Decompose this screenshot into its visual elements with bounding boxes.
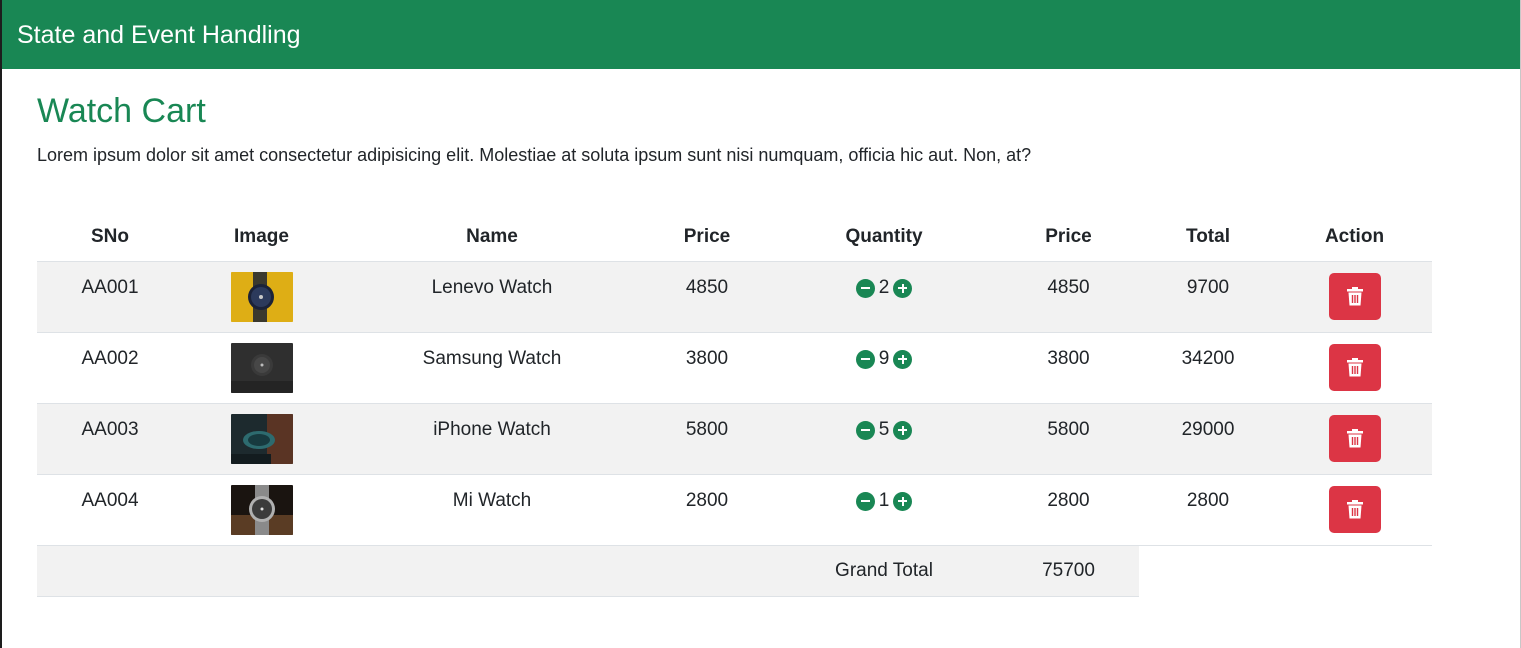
grand-total-row: Grand Total 75700 [37, 545, 1432, 597]
cell-unit-price: 2800 [998, 474, 1139, 546]
page-description: Lorem ipsum dolor sit amet consectetur a… [37, 145, 1032, 165]
main-content: Watch Cart Lorem ipsum dolor sit amet co… [37, 90, 1457, 166]
header-sno: SNo [37, 213, 183, 262]
increase-quantity-icon[interactable] [893, 278, 913, 298]
table-header-row: SNo Image Name Price Quantity Price Tota… [37, 213, 1432, 262]
cell-image [183, 332, 340, 404]
cell-price: 3800 [644, 332, 770, 404]
grand-total-spacer [37, 545, 770, 597]
cell-image [183, 474, 340, 546]
trash-icon [1346, 358, 1363, 377]
cell-total: 2800 [1139, 474, 1277, 546]
cell-quantity: 5 [770, 403, 998, 475]
navbar: State and Event Handling [2, 0, 1520, 69]
cell-action [1277, 403, 1432, 475]
header-action: Action [1277, 213, 1432, 262]
product-image [230, 272, 293, 322]
quantity-value: 9 [878, 348, 890, 369]
table-row: AA003 iPhone Watch 5800 5 5800 29000 [37, 403, 1432, 475]
grand-total-empty [1139, 546, 1432, 597]
cell-total: 29000 [1139, 403, 1277, 475]
cell-sno: AA001 [37, 261, 183, 333]
cell-total: 34200 [1139, 332, 1277, 404]
cell-image [183, 261, 340, 333]
cell-sno: AA003 [37, 403, 183, 475]
delete-button[interactable] [1328, 344, 1381, 391]
trash-icon [1346, 429, 1363, 448]
header-quantity: Quantity [770, 213, 998, 262]
navbar-brand[interactable]: State and Event Handling [17, 20, 301, 50]
quantity-value: 2 [878, 277, 890, 298]
cell-price: 2800 [644, 474, 770, 546]
delete-button[interactable] [1328, 415, 1381, 462]
cell-action [1277, 474, 1432, 546]
grand-total-value: 75700 [998, 545, 1139, 597]
cell-name: iPhone Watch [340, 403, 644, 475]
page-title: Watch Cart [37, 92, 206, 130]
cell-sno: AA002 [37, 332, 183, 404]
cell-quantity: 2 [770, 261, 998, 333]
cell-unit-price: 5800 [998, 403, 1139, 475]
header-name: Name [340, 213, 644, 262]
cell-unit-price: 4850 [998, 261, 1139, 333]
trash-icon [1346, 500, 1363, 519]
decrease-quantity-icon[interactable] [855, 420, 875, 440]
increase-quantity-icon[interactable] [893, 491, 913, 511]
increase-quantity-icon[interactable] [893, 349, 913, 369]
decrease-quantity-icon[interactable] [855, 491, 875, 511]
product-image [230, 414, 293, 464]
table-row: AA001 Lenevo Watch 4850 2 4850 9700 [37, 261, 1432, 333]
quantity-value: 1 [878, 490, 890, 511]
trash-icon [1346, 287, 1363, 306]
decrease-quantity-icon[interactable] [855, 349, 875, 369]
cell-quantity: 9 [770, 332, 998, 404]
delete-button[interactable] [1328, 273, 1381, 320]
header-price: Price [644, 213, 770, 262]
cell-price: 5800 [644, 403, 770, 475]
cell-action [1277, 332, 1432, 404]
cell-name: Mi Watch [340, 474, 644, 546]
decrease-quantity-icon[interactable] [855, 278, 875, 298]
cell-price: 4850 [644, 261, 770, 333]
cell-image [183, 403, 340, 475]
product-image [230, 485, 293, 535]
product-image [230, 343, 293, 393]
cell-quantity: 1 [770, 474, 998, 546]
header-image: Image [183, 213, 340, 262]
cart-table: SNo Image Name Price Quantity Price Tota… [37, 213, 1432, 597]
header-unit-price: Price [998, 213, 1139, 262]
delete-button[interactable] [1328, 486, 1381, 533]
cell-action [1277, 261, 1432, 333]
cell-name: Samsung Watch [340, 332, 644, 404]
cell-sno: AA004 [37, 474, 183, 546]
cell-total: 9700 [1139, 261, 1277, 333]
quantity-value: 5 [878, 419, 890, 440]
header-total: Total [1139, 213, 1277, 262]
grand-total-label: Grand Total [770, 545, 998, 597]
cell-name: Lenevo Watch [340, 261, 644, 333]
table-row: AA002 Samsung Watch 3800 9 3800 34200 [37, 332, 1432, 404]
table-row: AA004 Mi Watch 2800 1 2800 2800 [37, 474, 1432, 546]
cell-unit-price: 3800 [998, 332, 1139, 404]
increase-quantity-icon[interactable] [893, 420, 913, 440]
